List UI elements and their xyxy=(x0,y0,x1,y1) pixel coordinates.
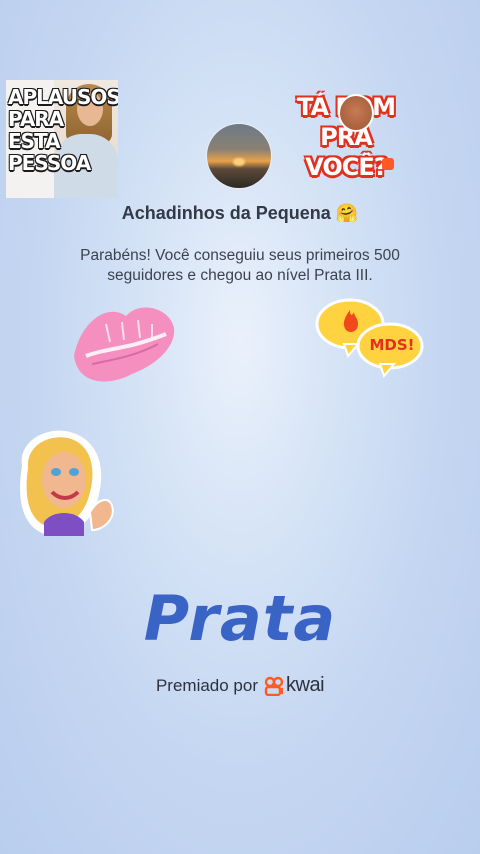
profile-name: Achadinhos da Pequena 🤗 xyxy=(121,203,359,223)
avatar[interactable] xyxy=(207,124,271,188)
sticker-face xyxy=(338,94,374,132)
mds-sticker[interactable]: MDS! xyxy=(314,296,424,380)
mds-text: MDS! xyxy=(369,336,415,354)
kwai-brand-text: kwai xyxy=(286,674,325,696)
kwai-logo: kwai xyxy=(264,674,325,697)
aplausos-sticker[interactable]: APLAUSOS PARA ESTA PESSOA xyxy=(6,80,118,198)
awarded-by-row: Premiado por kwai xyxy=(0,674,480,697)
awarded-by-label: Premiado por xyxy=(155,675,259,695)
kwai-icon xyxy=(264,676,284,696)
ta-bom-sticker[interactable]: TÁ BOM PRA VOCÊ? xyxy=(294,92,398,181)
kiss-lips-sticker[interactable] xyxy=(66,294,178,390)
level-title: Prata xyxy=(143,582,337,655)
kwai-badge-icon xyxy=(382,158,394,170)
aplausos-sticker-text: APLAUSOS PARA ESTA PESSOA xyxy=(8,85,118,175)
congratulations-message: Parabéns! Você conseguiu seus primeiros … xyxy=(80,247,400,284)
cartoon-woman-sticker[interactable] xyxy=(8,426,122,542)
